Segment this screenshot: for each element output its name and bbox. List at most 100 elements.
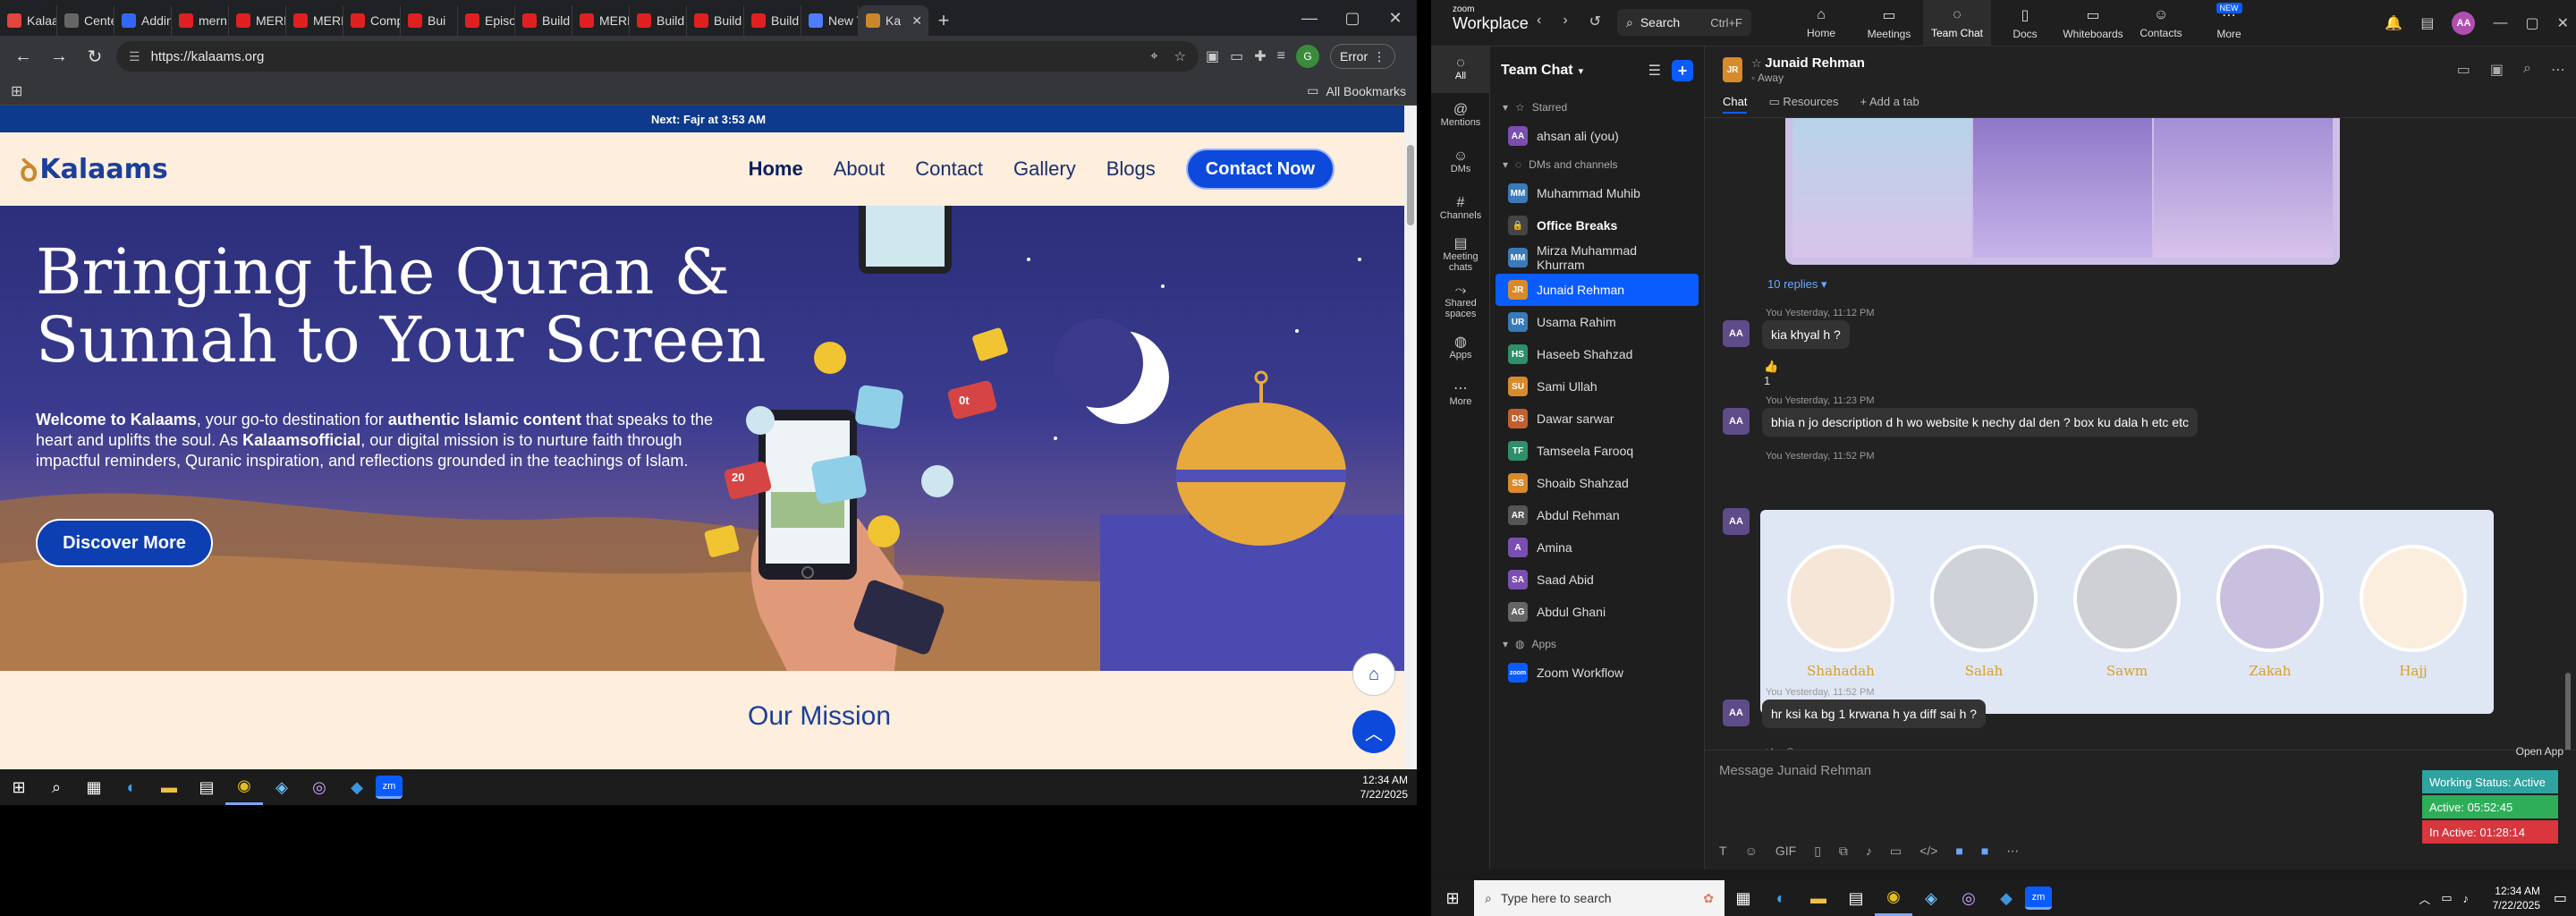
more-icon[interactable]: ⋯ (2551, 61, 2565, 79)
contact-item[interactable]: JR Junaid Rehman (1496, 274, 1699, 306)
main-nav-team-chat[interactable]: ◌ Team Chat (1923, 0, 1991, 47)
browser-tab[interactable]: Episod (458, 5, 515, 36)
app-icon[interactable]: ◈ (263, 769, 301, 805)
contact-item[interactable]: zoom Zoom Workflow (1496, 657, 1699, 689)
emoji-icon[interactable]: ☺ (1745, 844, 1758, 859)
main-nav-meetings[interactable]: ▭ Meetings (1855, 0, 1923, 47)
minimize-icon[interactable]: — (2493, 15, 2507, 31)
mic-icon[interactable]: ♪ (1866, 844, 1872, 859)
browser-tab[interactable]: Ka ✕ (859, 5, 928, 36)
tab-resources[interactable]: ▭ Resources (1768, 95, 1838, 114)
store-icon[interactable]: ▤ (1837, 880, 1875, 916)
forward-icon[interactable]: → (45, 42, 73, 71)
scroll-top-icon[interactable]: ︿ (1352, 710, 1395, 753)
history-icon[interactable]: ↺ (1589, 13, 1601, 30)
cast-icon[interactable]: ▭ (1230, 47, 1243, 65)
browser-tab[interactable]: Adding (114, 5, 172, 36)
error-button[interactable]: Error ⋮ (1330, 44, 1396, 69)
browser-tab[interactable]: MERN (572, 5, 630, 36)
bookmark-star-icon[interactable]: ☆ (1174, 48, 1186, 64)
main-nav-home[interactable]: ⌂ Home (1787, 0, 1855, 47)
zoom-search[interactable]: ⌕ Search Ctrl+F (1617, 9, 1751, 36)
code-icon[interactable]: </> (1919, 844, 1937, 859)
nav-about[interactable]: About (834, 157, 886, 181)
vscode-icon[interactable]: ◆ (1987, 880, 2025, 916)
site-info-icon[interactable]: ☰ (129, 49, 140, 64)
new-tab-icon[interactable]: + (928, 5, 959, 36)
search-icon[interactable]: ⌕ (2523, 61, 2531, 79)
gallery-image[interactable] (1792, 118, 1971, 258)
screen-share-icon[interactable]: ▣ (2490, 61, 2504, 79)
bell-icon[interactable]: 🔔 (2385, 14, 2402, 32)
replies-link[interactable]: 10 replies ▾ (1767, 277, 1827, 292)
video-icon[interactable]: ▭ (2457, 61, 2470, 79)
github-icon[interactable]: ◎ (1950, 880, 1987, 916)
rail-mentions[interactable]: @ Mentions (1431, 93, 1490, 140)
rail-channels[interactable]: # Channels (1431, 186, 1490, 233)
contact-item[interactable]: AR Abdul Rehman (1496, 499, 1699, 531)
back-icon[interactable]: ← (9, 42, 38, 71)
gallery-image[interactable] (2154, 118, 2333, 258)
browser-tab[interactable]: Build (744, 5, 801, 36)
browser-tab[interactable]: mern (172, 5, 229, 36)
file-explorer-icon[interactable]: ▬ (150, 769, 188, 805)
video-clip-icon[interactable]: ▭ (1890, 844, 1902, 859)
browser-tab[interactable]: Compl (343, 5, 401, 36)
chat-scrollbar-thumb[interactable] (2565, 673, 2571, 753)
nav-contact[interactable]: Contact (915, 157, 983, 181)
maximize-icon[interactable]: ▢ (2525, 14, 2538, 32)
vscode-icon[interactable]: ◆ (338, 769, 376, 805)
star-icon[interactable]: ☆ (1751, 56, 1765, 70)
volume-icon[interactable]: ♪ (2463, 892, 2470, 905)
message-text[interactable]: bhia n jo description d h wo website k n… (1762, 408, 2198, 437)
task-view-icon[interactable]: ▦ (75, 769, 113, 805)
notification-icon[interactable]: ▭ (2554, 889, 2567, 907)
profile-avatar[interactable]: G (1296, 45, 1319, 68)
section-starred[interactable]: ▾ ☆ Starred (1490, 95, 1704, 120)
contact-item[interactable]: SU Sami Ullah (1496, 370, 1699, 403)
file-explorer-icon[interactable]: ▬ (1800, 880, 1837, 916)
main-nav-docs[interactable]: ▯ Docs (1991, 0, 2059, 47)
pillars-image[interactable]: Shahadah Salah Sawm Zakah Hajj (1760, 510, 2494, 714)
browser-tab[interactable]: Kalaan (0, 5, 57, 36)
media-icon[interactable]: ≡ (1277, 48, 1285, 64)
rail-all[interactable]: ◌ All (1431, 47, 1490, 93)
new-chat-plus-icon[interactable]: + (1672, 60, 1693, 81)
main-nav-contacts[interactable]: ☺ Contacts (2127, 0, 2195, 47)
app-blue-icon[interactable]: ■ (1955, 844, 1962, 859)
taskbar-search[interactable]: ⌕ Type here to search ✿ (1474, 880, 1724, 916)
forward-icon[interactable]: › (1563, 13, 1567, 30)
screenshot-icon[interactable]: ⧉ (1839, 844, 1848, 859)
filter-icon[interactable]: ☰ (1648, 62, 1661, 80)
discover-more-button[interactable]: Discover More (36, 519, 213, 567)
contact-item[interactable]: MM Muhammad Muhib (1496, 177, 1699, 209)
chrome-icon[interactable]: ◉ (225, 769, 263, 805)
scrollbar-thumb[interactable] (1407, 145, 1414, 225)
browser-tab[interactable]: Build (515, 5, 572, 36)
compose-input[interactable]: Message Junaid Rehman (1719, 763, 1871, 778)
contact-item[interactable]: DS Dawar sarwar (1496, 403, 1699, 435)
more-icon[interactable]: ⋯ (2006, 844, 2019, 859)
browser-tab[interactable]: Center (57, 5, 114, 36)
image-gallery[interactable] (1785, 118, 2340, 265)
close-icon[interactable]: ✕ (1374, 0, 1417, 36)
app-icon[interactable]: ◈ (1912, 880, 1950, 916)
site-logo[interactable]: ꝺ Kalaams (20, 148, 168, 190)
address-bar[interactable]: ☰ https://kalaams.org ⌖ ☆ (116, 41, 1199, 72)
accessibility-fab-icon[interactable]: ⌂ (1352, 653, 1395, 696)
contact-item[interactable]: HS Haseeb Shahzad (1496, 338, 1699, 370)
contact-item[interactable]: SA Saad Abid (1496, 564, 1699, 596)
message-text[interactable]: hr ksi ka bg 1 krwana h ya diff sai h ? (1762, 700, 1987, 728)
app-blue-icon-2[interactable]: ■ (1981, 844, 1988, 859)
chat-list-title[interactable]: Team Chat (1501, 63, 1573, 79)
edge-icon[interactable]: ◐ (113, 769, 150, 805)
section-dms[interactable]: ▾ ◌ DMs and channels (1490, 152, 1704, 177)
file-icon[interactable]: ▯ (1814, 844, 1821, 859)
browser-tab[interactable]: MERN (229, 5, 286, 36)
page-scrollbar[interactable] (1404, 106, 1417, 769)
minimize-icon[interactable]: — (1288, 0, 1331, 36)
nav-home[interactable]: Home (749, 157, 803, 181)
taskbar-clock[interactable]: 12:34 AM 7/22/2025 (1360, 769, 1408, 805)
all-bookmarks[interactable]: ▭ All Bookmarks (1307, 83, 1406, 98)
network-icon[interactable]: ▭ (2441, 891, 2452, 905)
